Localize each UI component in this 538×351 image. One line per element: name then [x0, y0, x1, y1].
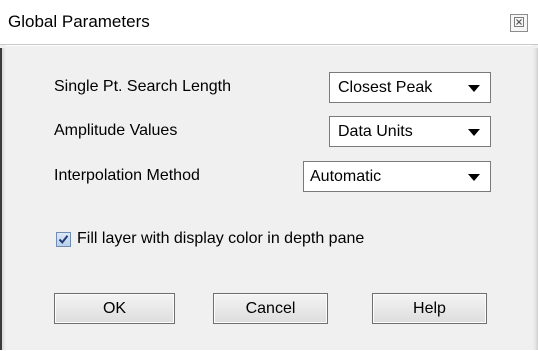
- dialog-title: Global Parameters: [8, 12, 150, 31]
- chevron-down-icon: [468, 85, 480, 92]
- cancel-button[interactable]: Cancel: [213, 293, 328, 324]
- dialog-window: Global Parameters Single Pt. Search Leng…: [0, 0, 538, 350]
- amplitude-values-value: Data Units: [338, 123, 413, 140]
- title-bar: Global Parameters: [0, 0, 538, 45]
- ok-button[interactable]: OK: [54, 293, 175, 324]
- right-edge-shadow: [532, 48, 538, 350]
- search-length-dropdown[interactable]: Closest Peak: [329, 72, 491, 103]
- amplitude-values-label: Amplitude Values: [54, 122, 178, 139]
- interpolation-method-value: Automatic: [310, 168, 382, 185]
- interpolation-method-dropdown[interactable]: Automatic: [303, 161, 491, 192]
- interpolation-method-label: Interpolation Method: [54, 167, 200, 184]
- close-icon: [514, 14, 524, 32]
- search-length-value: Closest Peak: [338, 79, 433, 96]
- checkmark-icon: [58, 235, 69, 244]
- chevron-down-icon: [468, 129, 480, 136]
- close-button[interactable]: [510, 14, 528, 32]
- dialog-content: Single Pt. Search Length Closest Peak Am…: [6, 45, 532, 351]
- amplitude-values-dropdown[interactable]: Data Units: [329, 116, 491, 147]
- chevron-down-icon: [468, 174, 480, 181]
- search-length-label: Single Pt. Search Length: [54, 78, 232, 95]
- help-button[interactable]: Help: [372, 293, 487, 324]
- fill-layer-label: Fill layer with display color in depth p…: [77, 230, 365, 247]
- fill-layer-checkbox[interactable]: [56, 232, 71, 247]
